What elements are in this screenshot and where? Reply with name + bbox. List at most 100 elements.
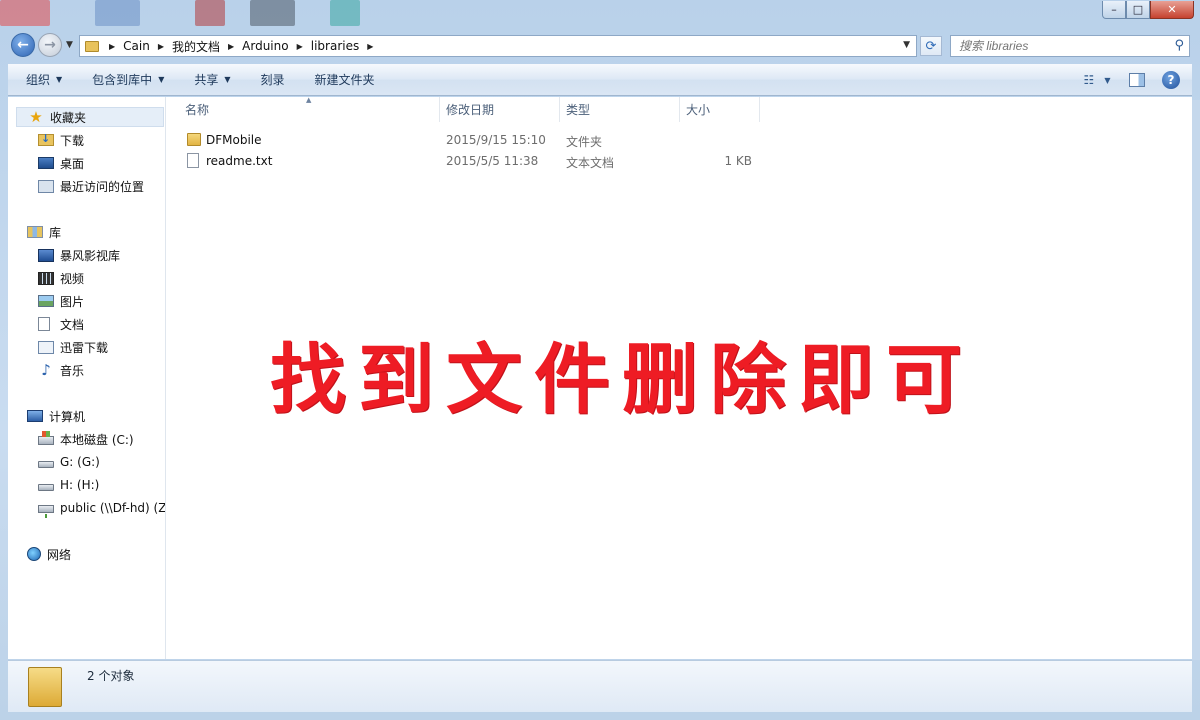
- folder-icon: [28, 667, 62, 707]
- file-row[interactable]: readme.txt 2015/5/5 11:38 文本文档 1 KB: [167, 151, 767, 172]
- refresh-button[interactable]: ⟳: [920, 36, 942, 56]
- background-blur: [330, 0, 360, 26]
- preview-pane-button[interactable]: [1126, 70, 1148, 90]
- search-input[interactable]: [959, 39, 1159, 53]
- sidebar-item-label: 计算机: [49, 409, 86, 424]
- sidebar-item-label: 最近访问的位置: [60, 179, 145, 194]
- back-button[interactable]: ←: [11, 33, 35, 57]
- column-header-modified[interactable]: 修改日期: [440, 97, 560, 122]
- chevron-right-icon[interactable]: ▶: [158, 42, 164, 51]
- column-header-type[interactable]: 类型: [560, 97, 680, 122]
- sidebar-item-label: 本地磁盘 (C:): [60, 432, 134, 447]
- column-header-label: 类型: [566, 103, 591, 117]
- include-in-library-menu[interactable]: 包含到库中 ▼: [74, 64, 176, 95]
- file-type: 文本文档: [566, 156, 615, 170]
- sidebar-item-network-drive-z[interactable]: public (\\Df-hd) (Z: [38, 498, 166, 518]
- folder-icon: [187, 133, 201, 146]
- forward-button[interactable]: →: [38, 33, 62, 57]
- sidebar-item-label: G: (G:): [60, 455, 100, 469]
- minimize-button[interactable]: –: [1102, 1, 1126, 19]
- folder-icon: [85, 40, 99, 52]
- chevron-down-icon: ▼: [1104, 75, 1111, 85]
- sidebar-item-libraries[interactable]: 库: [27, 222, 61, 242]
- title-bar: – □ ✕: [0, 0, 1200, 30]
- close-button[interactable]: ✕: [1150, 1, 1194, 19]
- column-header-name[interactable]: 名称 ▲: [167, 96, 440, 122]
- include-in-library-label: 包含到库中: [92, 73, 153, 87]
- maximize-button[interactable]: □: [1126, 1, 1150, 19]
- drive-icon: [38, 460, 54, 468]
- file-row[interactable]: DFMobile 2015/9/15 15:10 文件夹: [167, 130, 767, 151]
- view-options-button[interactable]: ☷ ▼: [1083, 70, 1111, 90]
- address-bar[interactable]: ▶ Cain ▶ 我的文档 ▶ Arduino ▶ libraries ▶ ▼: [79, 35, 917, 57]
- downloads-folder-icon: [38, 132, 54, 146]
- arrow-left-icon: ←: [17, 37, 29, 53]
- column-header-size[interactable]: 大小: [680, 97, 760, 122]
- pictures-library-icon: [38, 295, 54, 307]
- sidebar-item-computer[interactable]: 计算机: [27, 406, 85, 426]
- share-label: 共享: [194, 73, 219, 87]
- background-blur: [95, 0, 140, 26]
- desktop-icon: [38, 157, 54, 169]
- details-pane: 2 个对象: [8, 660, 1192, 712]
- background-blur: [250, 0, 295, 26]
- breadcrumb: ▶ Cain ▶ 我的文档 ▶ Arduino ▶ libraries ▶: [105, 38, 381, 55]
- sidebar-item-label: 迅雷下载: [60, 340, 109, 355]
- documents-library-icon: [38, 317, 50, 331]
- sort-ascending-icon: ▲: [306, 96, 312, 104]
- sidebar-item-network[interactable]: 网络: [27, 544, 71, 564]
- breadcrumb-item[interactable]: libraries: [311, 39, 359, 53]
- organize-menu[interactable]: 组织 ▼: [8, 64, 74, 95]
- sidebar-item-downloads[interactable]: 下载: [38, 130, 84, 150]
- sidebar-item-music[interactable]: ♪ 音乐: [38, 360, 84, 380]
- file-size: 1 KB: [724, 154, 752, 168]
- sidebar-item-label: public (\\Df-hd) (Z: [60, 501, 166, 515]
- video-library-icon: [38, 271, 54, 285]
- share-menu[interactable]: 共享 ▼: [176, 64, 242, 95]
- recent-places-icon: [38, 179, 54, 193]
- breadcrumb-item[interactable]: Cain: [123, 39, 150, 53]
- text-file-icon: [187, 153, 199, 168]
- column-header-label: 修改日期: [446, 103, 495, 117]
- sidebar-item-label: 音乐: [60, 363, 85, 378]
- drive-icon: [38, 483, 54, 491]
- breadcrumb-item[interactable]: 我的文档: [172, 38, 220, 55]
- item-count: 2 个对象: [87, 669, 135, 683]
- search-icon[interactable]: ⚲: [1174, 38, 1184, 53]
- breadcrumb-item[interactable]: Arduino: [242, 39, 288, 53]
- chevron-right-icon[interactable]: ▶: [109, 42, 115, 51]
- network-drive-icon: [38, 505, 54, 518]
- sidebar-item-label: 桌面: [60, 156, 85, 171]
- help-icon: ?: [1162, 71, 1180, 89]
- sidebar-item-pictures[interactable]: 图片: [38, 291, 84, 311]
- background-blur: [0, 0, 50, 26]
- sidebar-item-drive-c[interactable]: 本地磁盘 (C:): [38, 429, 134, 449]
- chevron-down-icon: ▼: [224, 75, 231, 84]
- sidebar-item-desktop[interactable]: 桌面: [38, 153, 84, 173]
- refresh-icon: ⟳: [925, 38, 937, 54]
- annotation-overlay-text: 找到文件删除即可: [270, 335, 974, 424]
- sidebar-item-recent-places[interactable]: 最近访问的位置: [38, 176, 144, 196]
- burn-button[interactable]: 刻录: [243, 64, 297, 95]
- help-button[interactable]: ?: [1160, 70, 1182, 90]
- chevron-right-icon[interactable]: ▶: [228, 42, 234, 51]
- sidebar-item-label: 网络: [47, 547, 72, 562]
- recent-pages-dropdown[interactable]: ▼: [66, 40, 73, 50]
- window-edge: [1192, 100, 1200, 660]
- new-folder-button[interactable]: 新建文件夹: [297, 64, 387, 95]
- libraries-icon: [27, 226, 43, 238]
- sidebar-item-videos[interactable]: 视频: [38, 268, 84, 288]
- file-type: 文件夹: [566, 135, 603, 149]
- view-list-icon: ☷: [1083, 73, 1095, 87]
- chevron-down-icon: ▼: [56, 75, 63, 84]
- sidebar-item-drive-g[interactable]: G: (G:): [38, 452, 100, 472]
- sidebar-item-baofeng-library[interactable]: 暴风影视库: [38, 245, 120, 265]
- chevron-right-icon[interactable]: ▶: [367, 42, 373, 51]
- sidebar-item-xunlei-downloads[interactable]: 迅雷下载: [38, 337, 108, 357]
- sidebar-item-drive-h[interactable]: H: (H:): [38, 475, 99, 495]
- chevron-right-icon[interactable]: ▶: [297, 42, 303, 51]
- address-dropdown[interactable]: ▼: [903, 40, 910, 50]
- sidebar-item-documents[interactable]: 文档: [38, 314, 84, 334]
- view-controls: ☷ ▼ ?: [1076, 70, 1182, 90]
- sidebar-item-favorites[interactable]: ★ 收藏夹: [16, 107, 164, 127]
